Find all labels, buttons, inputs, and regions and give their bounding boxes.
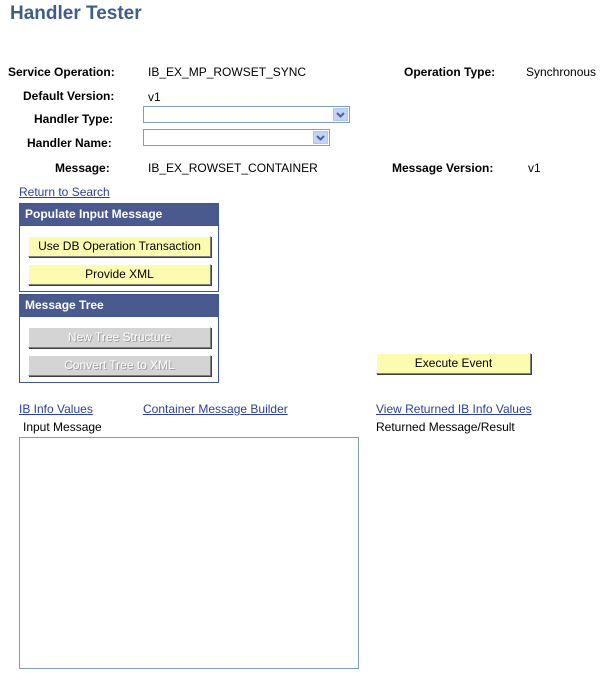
handler-type-select[interactable] bbox=[143, 106, 350, 123]
ib-info-values-link[interactable]: IB Info Values bbox=[19, 402, 93, 416]
handler-name-select[interactable] bbox=[143, 129, 330, 146]
default-version-label: Default Version: bbox=[23, 89, 115, 103]
service-operation-value: IB_EX_MP_ROWSET_SYNC bbox=[148, 65, 307, 79]
operation-type-value: Synchronous bbox=[526, 65, 597, 79]
returned-message-label: Returned Message/Result bbox=[376, 420, 515, 434]
message-version-label: Message Version: bbox=[392, 161, 494, 175]
message-tree-header: Message Tree bbox=[20, 295, 218, 317]
populate-input-message-header: Populate Input Message bbox=[20, 204, 218, 226]
view-returned-ib-info-values-link[interactable]: View Returned IB Info Values bbox=[376, 402, 532, 416]
message-label: Message: bbox=[55, 161, 110, 175]
input-message-label: Input Message bbox=[23, 420, 102, 434]
handler-type-label: Handler Type: bbox=[34, 112, 114, 126]
chevron-down-icon[interactable] bbox=[313, 131, 328, 144]
service-operation-label: Service Operation: bbox=[8, 65, 115, 79]
return-to-search-link[interactable]: Return to Search bbox=[19, 185, 110, 199]
message-value: IB_EX_ROWSET_CONTAINER bbox=[148, 161, 318, 175]
operation-type-label: Operation Type: bbox=[404, 65, 496, 79]
convert-tree-to-xml-button[interactable]: Convert Tree to XML bbox=[28, 355, 211, 376]
provide-xml-button[interactable]: Provide XML bbox=[28, 264, 211, 285]
new-tree-structure-button[interactable]: New Tree Structure bbox=[28, 327, 211, 348]
container-message-builder-link[interactable]: Container Message Builder bbox=[143, 402, 288, 416]
chevron-down-icon[interactable] bbox=[333, 108, 348, 121]
handler-name-label: Handler Name: bbox=[27, 136, 112, 150]
page-title: Handler Tester bbox=[10, 3, 142, 24]
use-db-operation-transaction-button[interactable]: Use DB Operation Transaction bbox=[28, 236, 211, 257]
message-tree-group: Message Tree New Tree Structure Convert … bbox=[19, 294, 219, 383]
input-message-textarea[interactable] bbox=[19, 437, 359, 669]
populate-input-message-group: Populate Input Message Use DB Operation … bbox=[19, 203, 219, 292]
execute-event-button[interactable]: Execute Event bbox=[376, 353, 531, 374]
default-version-value: v1 bbox=[148, 90, 161, 104]
message-version-value: v1 bbox=[528, 161, 541, 175]
